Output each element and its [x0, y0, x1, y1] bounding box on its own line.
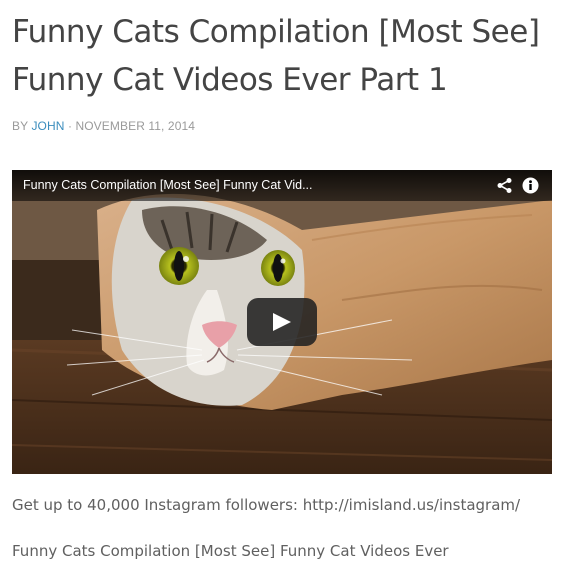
- video-title[interactable]: Funny Cats Compilation [Most See] Funny …: [23, 178, 312, 192]
- byline-prefix: BY: [12, 119, 32, 133]
- author-link[interactable]: JOHN: [31, 119, 64, 133]
- play-icon: [273, 313, 291, 331]
- post-title: Funny Cats Compilation [Most See] Funny …: [12, 8, 557, 104]
- video-embed[interactable]: Funny Cats Compilation [Most See] Funny …: [12, 170, 552, 474]
- post-date: NOVEMBER 11, 2014: [75, 119, 196, 133]
- post-byline: BY JOHN · NOVEMBER 11, 2014: [12, 119, 195, 133]
- share-icon[interactable]: [496, 177, 513, 194]
- body-paragraph-2: Funny Cats Compilation [Most See] Funny …: [12, 542, 449, 560]
- video-top-bar: Funny Cats Compilation [Most See] Funny …: [12, 170, 552, 201]
- post-title-line-1: Funny Cats Compilation [Most See]: [12, 14, 540, 50]
- byline-separator: ·: [64, 119, 76, 133]
- info-icon[interactable]: [522, 177, 539, 194]
- post-title-line-2: Funny Cat Videos Ever Part 1: [12, 62, 448, 98]
- play-button[interactable]: [247, 298, 317, 346]
- body-paragraph-1: Get up to 40,000 Instagram followers: ht…: [12, 496, 521, 514]
